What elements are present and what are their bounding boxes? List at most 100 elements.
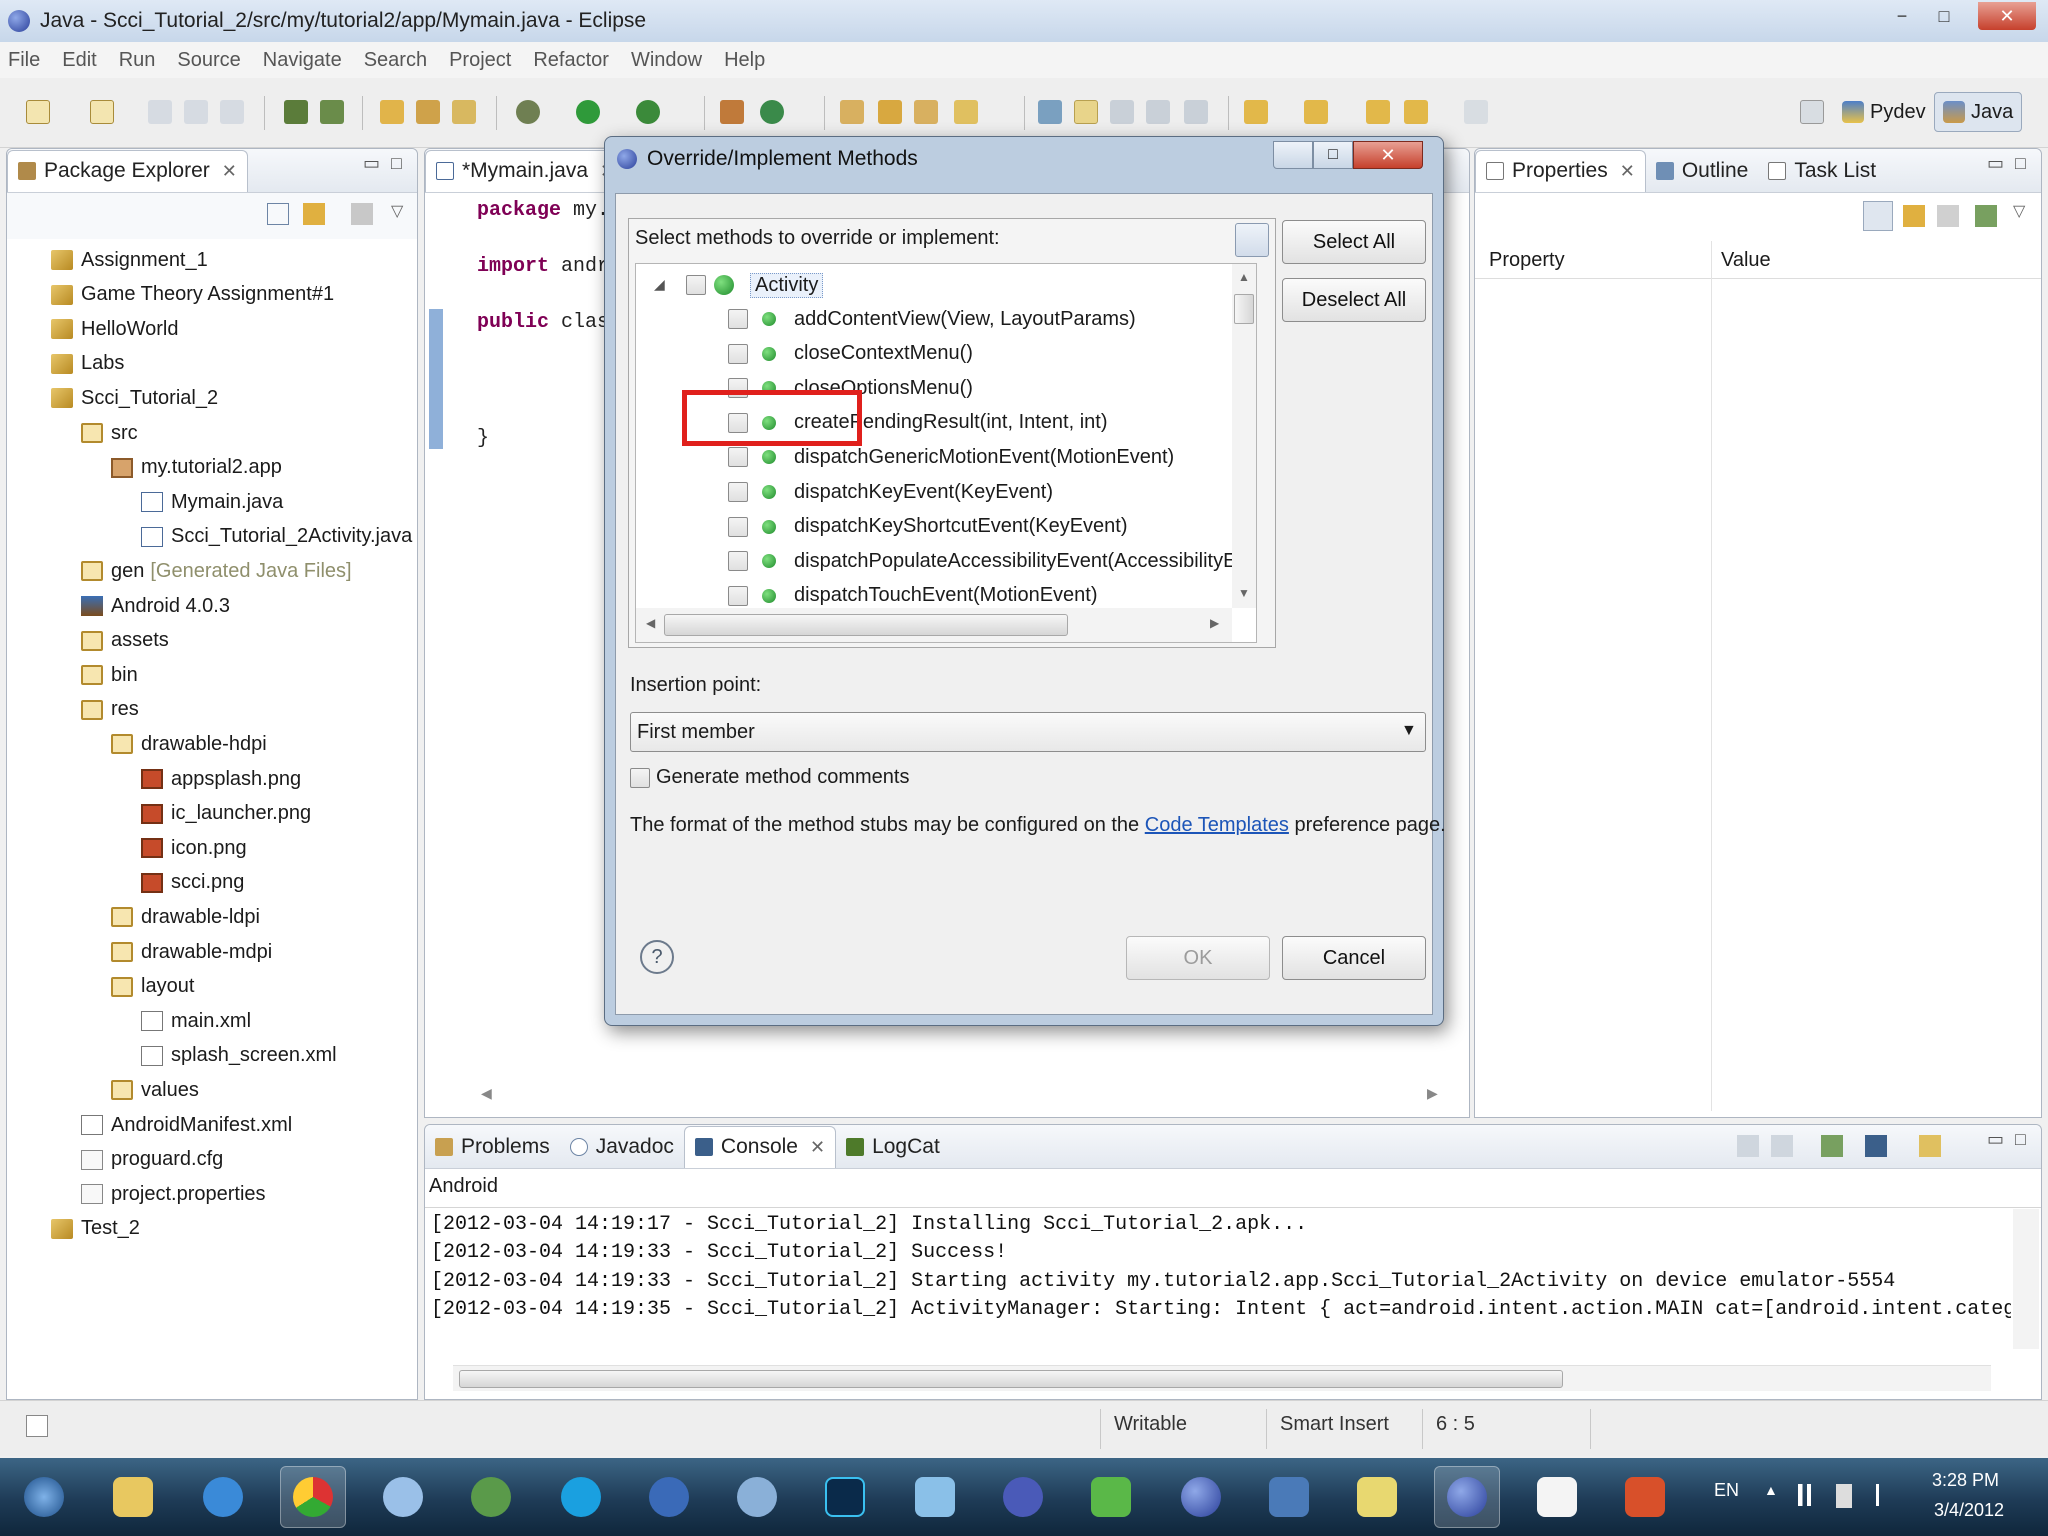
link-with-editor-icon[interactable] xyxy=(303,203,325,225)
cancel-button[interactable]: Cancel xyxy=(1282,936,1426,980)
tree-item[interactable]: Test_2 xyxy=(51,1214,140,1244)
generate-comments-row[interactable]: Generate method comments xyxy=(630,766,909,789)
tab-task-list[interactable]: Task List xyxy=(1758,151,1886,191)
view-menu-icon[interactable]: ▽ xyxy=(2013,201,2025,221)
method-row[interactable]: closeContextMenu() xyxy=(728,339,973,369)
restore-default-icon[interactable] xyxy=(1937,205,1959,227)
menu-source[interactable]: Source xyxy=(177,49,240,72)
close-icon[interactable]: ✕ xyxy=(810,1137,825,1158)
close-button[interactable]: ✕ xyxy=(1978,2,2036,30)
back-icon[interactable] xyxy=(1404,100,1428,124)
scrollbar-thumb[interactable] xyxy=(664,614,1068,636)
save-all-icon[interactable] xyxy=(184,100,208,124)
method-checkbox[interactable] xyxy=(728,343,748,364)
code-line-4[interactable]: } xyxy=(477,427,489,450)
minimize-button[interactable]: − xyxy=(1882,2,1922,30)
debug-icon[interactable] xyxy=(516,100,540,124)
scroll-right-arrow[interactable]: ▶ xyxy=(1427,1085,1438,1102)
taskbar-eclipse-2[interactable] xyxy=(1434,1466,1500,1528)
taskbar-skype[interactable] xyxy=(548,1466,614,1528)
tree-item[interactable]: assets xyxy=(81,626,169,656)
pin-console-icon[interactable] xyxy=(1821,1135,1843,1157)
taskbar-castle-app[interactable] xyxy=(1256,1466,1322,1528)
taskbar-sticky-notes[interactable] xyxy=(1344,1466,1410,1528)
menu-run[interactable]: Run xyxy=(119,49,156,72)
tree-item[interactable]: main.xml xyxy=(141,1006,251,1036)
clock-time[interactable]: 3:28 PM xyxy=(1932,1470,1999,1491)
scroll-lock-icon[interactable] xyxy=(1771,1135,1793,1157)
forward-icon[interactable] xyxy=(1464,100,1488,124)
method-row[interactable]: dispatchTouchEvent(MotionEvent) xyxy=(728,581,1098,611)
method-row[interactable]: dispatchKeyEvent(KeyEvent) xyxy=(728,477,1053,507)
menu-file[interactable]: File xyxy=(8,49,40,72)
new-android-test-icon[interactable] xyxy=(416,100,440,124)
taskbar-office[interactable] xyxy=(1612,1466,1678,1528)
android-sdk-icon[interactable] xyxy=(284,100,308,124)
close-icon[interactable]: ✕ xyxy=(1620,161,1635,182)
minimize-view-icon[interactable]: ▭ xyxy=(1987,153,2004,174)
mark-occurrences-icon[interactable] xyxy=(1074,100,1098,124)
taskbar-explorer[interactable] xyxy=(100,1466,166,1528)
help-icon[interactable]: ? xyxy=(640,940,674,974)
menu-search[interactable]: Search xyxy=(364,49,427,72)
tree-item[interactable]: gen [Generated Java Files] xyxy=(81,556,352,586)
scroll-left-arrow[interactable]: ◀ xyxy=(646,616,655,630)
perspective-java[interactable]: Java xyxy=(1934,92,2023,132)
scroll-left-arrow[interactable]: ◀ xyxy=(481,1085,492,1102)
scrollbar-thumb[interactable] xyxy=(459,1370,1563,1388)
scroll-up-arrow[interactable]: ▲ xyxy=(1238,270,1250,284)
tree-item[interactable]: HelloWorld xyxy=(51,314,178,344)
tree-item[interactable]: res xyxy=(81,695,139,725)
column-property[interactable]: Property xyxy=(1489,249,1565,272)
run-icon[interactable] xyxy=(576,100,600,124)
tab-console[interactable]: Console ✕ xyxy=(683,1125,837,1168)
previous-annotation-icon[interactable] xyxy=(1304,100,1328,124)
tab-mymain-java[interactable]: *Mymain.java ✕ xyxy=(425,149,627,192)
methods-horizontal-scrollbar[interactable]: ◀ ▶ xyxy=(636,608,1232,642)
select-all-button[interactable]: Select All xyxy=(1282,220,1426,264)
maximize-button[interactable]: □ xyxy=(1924,2,1964,30)
focus-icon[interactable] xyxy=(351,203,373,225)
taskbar-notepad[interactable] xyxy=(1524,1466,1590,1528)
new-android-xml-icon[interactable] xyxy=(452,100,476,124)
dialog-close-button[interactable]: ✕ xyxy=(1353,141,1423,169)
tree-item[interactable]: src xyxy=(81,418,138,448)
new-android-project-icon[interactable] xyxy=(380,100,404,124)
taskbar-eclipse-1[interactable] xyxy=(1168,1466,1234,1528)
code-line-1[interactable]: package my. xyxy=(477,199,609,222)
tree-item[interactable]: Labs xyxy=(51,349,124,379)
show-whitespace-icon[interactable] xyxy=(1146,100,1170,124)
code-line-3[interactable]: public clas xyxy=(477,311,609,334)
tree-item[interactable]: splash_screen.xml xyxy=(141,1041,337,1071)
save-icon[interactable] xyxy=(148,100,172,124)
tree-item[interactable]: Scci_Tutorial_2Activity.java xyxy=(141,522,412,552)
taskbar-infinity-app[interactable] xyxy=(990,1466,1056,1528)
tree-item[interactable]: drawable-mdpi xyxy=(111,937,272,967)
menu-edit[interactable]: Edit xyxy=(62,49,96,72)
menu-window[interactable]: Window xyxy=(631,49,702,72)
taskbar-messenger[interactable] xyxy=(458,1466,524,1528)
taskbar-chrome[interactable] xyxy=(280,1466,346,1528)
close-icon[interactable]: ✕ xyxy=(222,161,237,182)
column-value[interactable]: Value xyxy=(1711,249,1771,272)
tab-problems[interactable]: Problems xyxy=(425,1127,560,1167)
open-task-icon[interactable] xyxy=(878,100,902,124)
next-annotation-icon[interactable] xyxy=(1244,100,1268,124)
taskbar-photoshop[interactable] xyxy=(812,1466,878,1528)
method-checkbox[interactable] xyxy=(728,482,748,502)
scroll-down-arrow[interactable]: ▼ xyxy=(1238,586,1250,600)
open-type-icon[interactable] xyxy=(840,100,864,124)
method-checkbox[interactable] xyxy=(728,447,748,468)
tab-package-explorer[interactable]: Package Explorer ✕ xyxy=(7,149,248,192)
display-console-icon[interactable] xyxy=(1865,1135,1887,1157)
maximize-view-icon[interactable]: □ xyxy=(2015,153,2026,174)
start-button[interactable] xyxy=(8,1466,80,1528)
taskbar-safari[interactable] xyxy=(370,1466,436,1528)
battery-icon[interactable] xyxy=(1836,1484,1852,1508)
signal-icon[interactable] xyxy=(1798,1484,1820,1506)
tree-item[interactable]: my.tutorial2.app xyxy=(111,453,282,483)
open-console-icon[interactable] xyxy=(1919,1135,1941,1157)
fast-view-icon[interactable] xyxy=(26,1415,48,1437)
dialog-minimize-button[interactable] xyxy=(1273,141,1313,169)
dialog-maximize-button[interactable]: □ xyxy=(1313,141,1353,169)
